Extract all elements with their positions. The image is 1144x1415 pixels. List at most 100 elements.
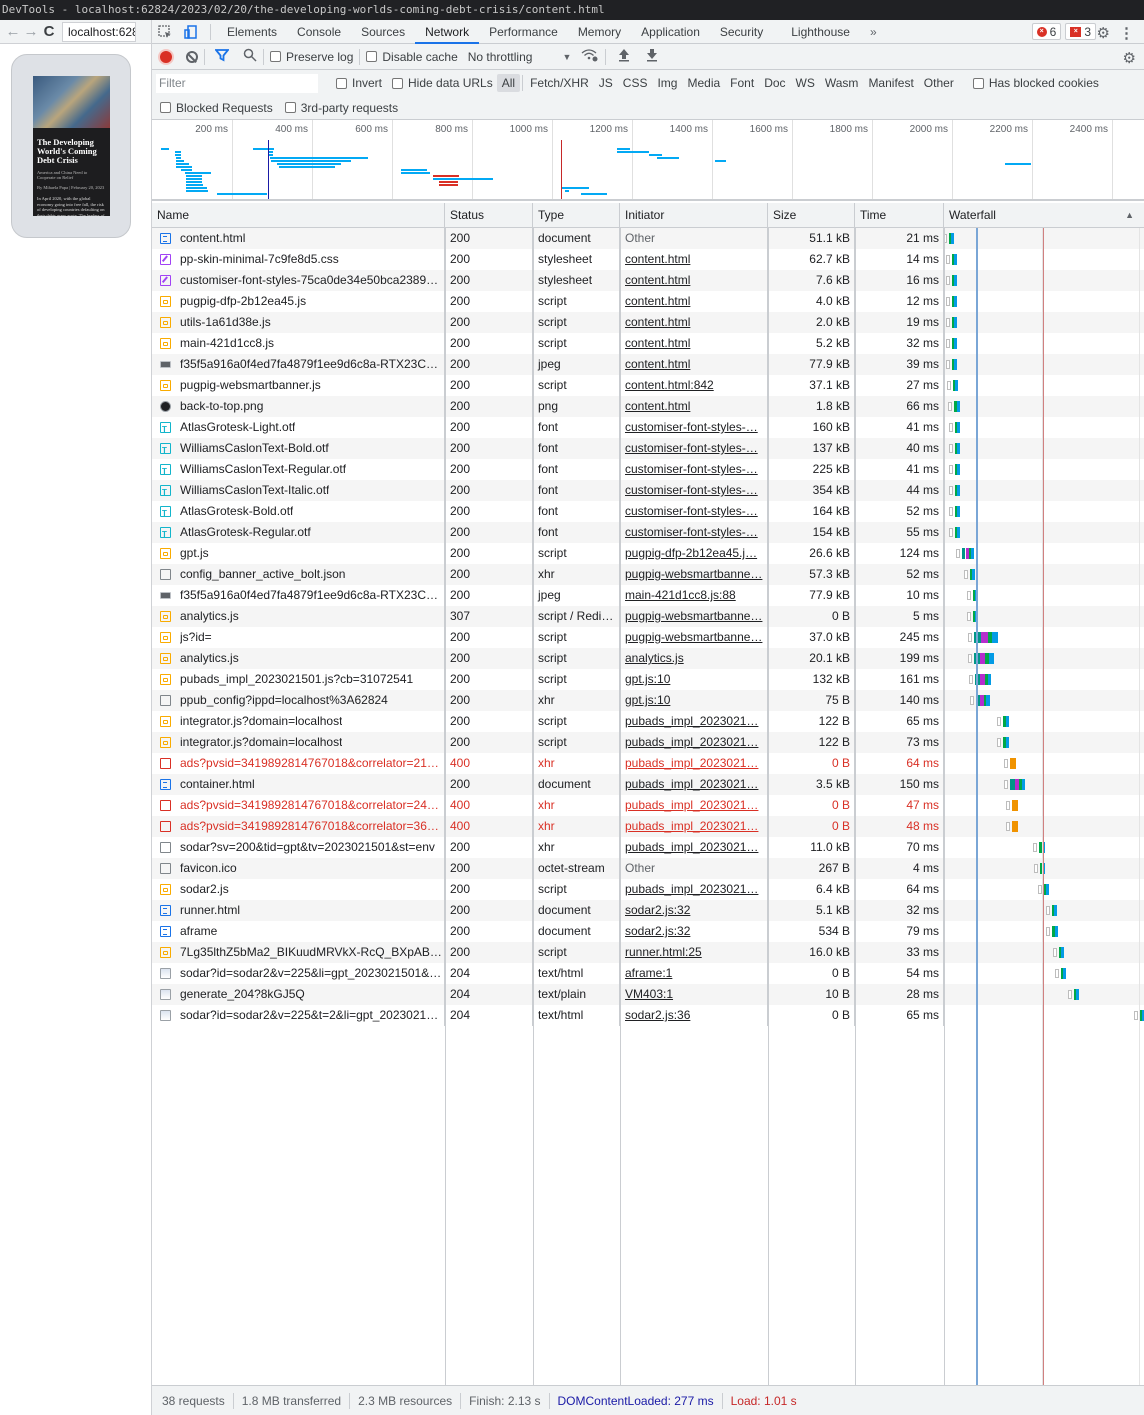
request-name-cell[interactable]: pugpig-dfp-2b12ea45.js: [152, 291, 445, 312]
arrow-right-icon[interactable]: →: [22, 23, 40, 41]
checkbox-box[interactable]: [392, 77, 404, 89]
filter-funnel-icon[interactable]: [214, 48, 230, 65]
request-name-cell[interactable]: aframe: [152, 921, 445, 942]
initiator-link[interactable]: pubads_impl_2023021…: [620, 774, 768, 795]
request-name-cell[interactable]: gpt.js: [152, 543, 445, 564]
checkbox-box[interactable]: [270, 51, 281, 62]
table-row[interactable]: AtlasGrotesk-Bold.otf 200 font customise…: [152, 501, 1144, 522]
column-header-status[interactable]: Status: [445, 203, 533, 227]
table-row[interactable]: ppub_config?ippd=localhost%3A62824 200 x…: [152, 690, 1144, 711]
table-row[interactable]: WilliamsCaslonText-Bold.otf 200 font cus…: [152, 438, 1144, 459]
checkbox-box[interactable]: [336, 77, 347, 89]
request-name-cell[interactable]: f35f5a916a0f4ed7fa4879f1ee9d6c8a-RTX23C…: [152, 585, 445, 606]
type-filter-all[interactable]: All: [496, 74, 521, 92]
import-har-icon[interactable]: [618, 48, 630, 65]
device-toolbar-icon[interactable]: [178, 20, 204, 44]
request-name-cell[interactable]: sodar?id=sodar2&v=225&t=2&li=gpt_2023021…: [152, 1005, 445, 1026]
initiator-link[interactable]: analytics.js: [620, 648, 768, 669]
request-name-cell[interactable]: sodar?id=sodar2&v=225&li=gpt_2023021501&…: [152, 963, 445, 984]
table-row[interactable]: container.html 200 document pubads_impl_…: [152, 774, 1144, 795]
request-name-cell[interactable]: pubads_impl_2023021501.js?cb=31072541: [152, 669, 445, 690]
record-button[interactable]: [160, 50, 172, 63]
tab-lighthouse[interactable]: Lighthouse: [781, 20, 860, 44]
table-row[interactable]: config_banner_active_bolt.json 200 xhr p…: [152, 564, 1144, 585]
request-name-cell[interactable]: js?id=: [152, 627, 445, 648]
request-name-cell[interactable]: runner.html: [152, 900, 445, 921]
table-row[interactable]: main-421d1cc8.js 200 script content.html…: [152, 333, 1144, 354]
table-row[interactable]: sodar?sv=200&tid=gpt&tv=2023021501&st=en…: [152, 837, 1144, 858]
tab-application[interactable]: Application: [631, 20, 710, 44]
table-row[interactable]: 7Lg35lthZ5bMa2_BIKuudMRVkX-RcQ_BXpAB… 20…: [152, 942, 1144, 963]
request-name-cell[interactable]: back-to-top.png: [152, 396, 445, 417]
initiator-link[interactable]: pubads_impl_2023021…: [620, 816, 768, 837]
export-har-icon[interactable]: [646, 48, 658, 65]
table-row[interactable]: analytics.js 200 script analytics.js 20.…: [152, 648, 1144, 669]
table-row[interactable]: utils-1a61d38e.js 200 script content.htm…: [152, 312, 1144, 333]
initiator-link[interactable]: main-421d1cc8.js:88: [620, 585, 768, 606]
table-row[interactable]: WilliamsCaslonText-Regular.otf 200 font …: [152, 459, 1144, 480]
network-settings-gear-icon[interactable]: ⚙: [1123, 49, 1136, 67]
request-name-cell[interactable]: AtlasGrotesk-Light.otf: [152, 417, 445, 438]
request-name-cell[interactable]: favicon.ico: [152, 858, 445, 879]
table-row[interactable]: content.html 200 document Other 51.1 kB …: [152, 228, 1144, 249]
tab-memory[interactable]: Memory: [568, 20, 631, 44]
clear-icon[interactable]: [186, 50, 198, 63]
filter-input[interactable]: Filter: [156, 73, 318, 93]
blocked-requests-checkbox[interactable]: Blocked Requests: [160, 101, 273, 115]
tab-sources[interactable]: Sources: [351, 20, 415, 44]
initiator-link[interactable]: customiser-font-styles-…: [620, 438, 768, 459]
initiator-link[interactable]: gpt.js:10: [620, 669, 768, 690]
table-row[interactable]: ads?pvsid=3419892814767018&correlator=21…: [152, 753, 1144, 774]
tab-network[interactable]: Network: [415, 20, 480, 44]
tab-performance[interactable]: Performance: [479, 20, 568, 44]
request-name-cell[interactable]: WilliamsCaslonText-Bold.otf: [152, 438, 445, 459]
column-header-type[interactable]: Type: [533, 203, 620, 227]
initiator-link[interactable]: customiser-font-styles-…: [620, 480, 768, 501]
column-header-waterfall[interactable]: Waterfall ▲: [944, 203, 1144, 227]
request-name-cell[interactable]: 7Lg35lthZ5bMa2_BIKuudMRVkX-RcQ_BXpAB…: [152, 942, 445, 963]
initiator-link[interactable]: pubads_impl_2023021…: [620, 837, 768, 858]
request-name-cell[interactable]: pugpig-websmartbanner.js: [152, 375, 445, 396]
request-name-cell[interactable]: ads?pvsid=3419892814767018&correlator=24…: [152, 795, 445, 816]
table-row[interactable]: customiser-font-styles-75ca0de34e50bca23…: [152, 270, 1144, 291]
initiator-link[interactable]: pubads_impl_2023021…: [620, 795, 768, 816]
initiator-link[interactable]: customiser-font-styles-…: [620, 501, 768, 522]
table-row[interactable]: back-to-top.png 200 png content.html 1.8…: [152, 396, 1144, 417]
has-blocked-cookies-checkbox[interactable]: Has blocked cookies: [972, 76, 1099, 90]
table-row[interactable]: integrator.js?domain=localhost 200 scrip…: [152, 732, 1144, 753]
checkbox-box[interactable]: [160, 102, 171, 113]
initiator-link[interactable]: pubads_impl_2023021…: [620, 711, 768, 732]
table-row[interactable]: AtlasGrotesk-Regular.otf 200 font custom…: [152, 522, 1144, 543]
request-name-cell[interactable]: container.html: [152, 774, 445, 795]
type-filter-other[interactable]: Other: [919, 74, 959, 92]
table-row[interactable]: sodar2.js 200 script pubads_impl_2023021…: [152, 879, 1144, 900]
checkbox-box[interactable]: [284, 102, 296, 113]
initiator-link[interactable]: content.html: [620, 291, 768, 312]
initiator-link[interactable]: pugpig-dfp-2b12ea45.j…: [620, 543, 768, 564]
initiator-link[interactable]: customiser-font-styles-…: [620, 522, 768, 543]
type-filter-doc[interactable]: Doc: [759, 74, 790, 92]
request-name-cell[interactable]: AtlasGrotesk-Bold.otf: [152, 501, 445, 522]
initiator-link[interactable]: pugpig-websmartbanne…: [620, 627, 768, 648]
network-conditions-icon[interactable]: [581, 48, 599, 65]
column-header-time[interactable]: Time: [855, 203, 944, 227]
hide-data-urls-checkbox[interactable]: Hide data URLs: [392, 76, 493, 90]
initiator-link[interactable]: pugpig-websmartbanne…: [620, 606, 768, 627]
type-filter-manifest[interactable]: Manifest: [863, 74, 918, 92]
request-name-cell[interactable]: ads?pvsid=3419892814767018&correlator=36…: [152, 816, 445, 837]
initiator-link[interactable]: content.html: [620, 270, 768, 291]
checkbox-box[interactable]: [972, 77, 984, 89]
table-row[interactable]: ads?pvsid=3419892814767018&correlator=36…: [152, 816, 1144, 837]
request-name-cell[interactable]: integrator.js?domain=localhost: [152, 732, 445, 753]
request-name-cell[interactable]: ads?pvsid=3419892814767018&correlator=21…: [152, 753, 445, 774]
checkbox-box[interactable]: [366, 51, 378, 62]
column-header-size[interactable]: Size: [768, 203, 855, 227]
request-name-cell[interactable]: content.html: [152, 228, 445, 249]
initiator-link[interactable]: pubads_impl_2023021…: [620, 753, 768, 774]
table-row[interactable]: ads?pvsid=3419892814767018&correlator=24…: [152, 795, 1144, 816]
tab-security[interactable]: Security: [710, 20, 773, 44]
initiator-link[interactable]: content.html: [620, 396, 768, 417]
table-row[interactable]: favicon.ico 200 octet-stream Other 267 B…: [152, 858, 1144, 879]
type-filter-ws[interactable]: WS: [791, 74, 820, 92]
third-party-checkbox[interactable]: 3rd-party requests: [284, 101, 398, 115]
